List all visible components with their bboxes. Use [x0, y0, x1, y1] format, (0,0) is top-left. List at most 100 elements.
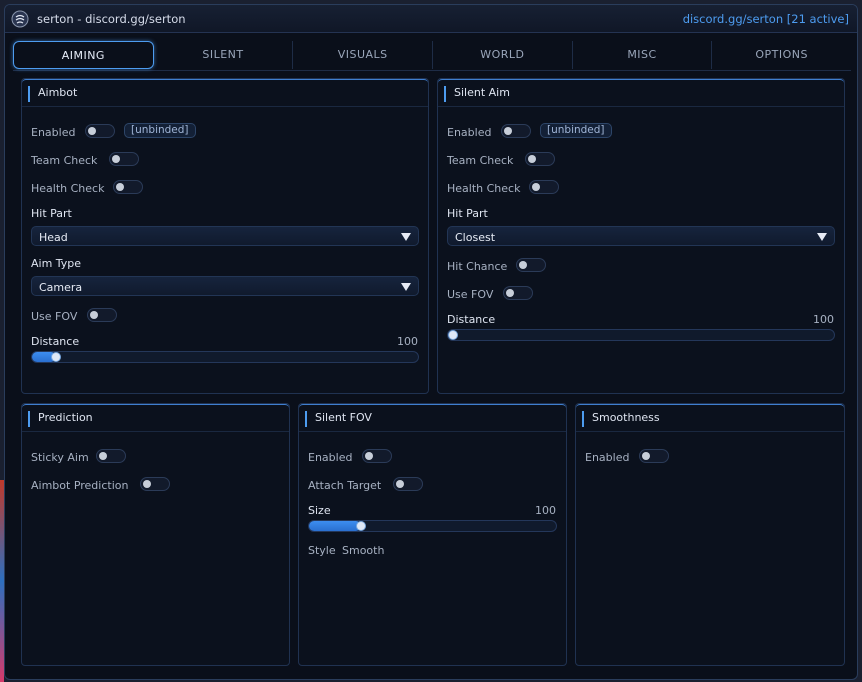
fov-enabled-toggle[interactable]	[362, 449, 392, 463]
dropdown-value: Closest	[455, 231, 496, 244]
slider-thumb[interactable]	[448, 330, 458, 340]
silent-hit-part-label: Hit Part	[447, 207, 488, 220]
toggle-knob	[116, 183, 124, 191]
triangle-down-icon	[817, 233, 827, 241]
fov-size-max: 100	[535, 504, 556, 517]
aimbot-distance-slider[interactable]	[31, 351, 419, 363]
slider-thumb[interactable]	[51, 352, 61, 362]
smoothness-enabled-toggle[interactable]	[639, 449, 669, 463]
toggle-knob	[143, 480, 151, 488]
silent-aim-panel: Silent Aim Enabled [unbinded] Team Check…	[437, 78, 845, 394]
aimbot-use-fov-toggle[interactable]	[87, 308, 117, 322]
aimbot-title: Aimbot	[38, 86, 78, 99]
aimbot-prediction-toggle[interactable]	[140, 477, 170, 491]
toggle-knob	[365, 452, 373, 460]
tab-misc[interactable]: MISC	[573, 41, 713, 69]
tab-visuals[interactable]: VISUALS	[293, 41, 434, 69]
prediction-panel: Prediction Sticky Aim Aimbot Prediction	[21, 403, 290, 666]
aimbot-distance-label: Distance	[31, 335, 80, 348]
silent-team-check-label: Team Check	[447, 154, 514, 167]
toggle-knob	[506, 289, 514, 297]
silent-fov-title: Silent FOV	[315, 411, 372, 424]
aimbot-aim-type-label: Aim Type	[31, 257, 82, 270]
window-title: serton - discord.gg/serton	[37, 12, 186, 26]
fov-style-label: Style	[308, 544, 336, 557]
app-window: serton - discord.gg/serton discord.gg/se…	[4, 4, 858, 680]
slider-thumb[interactable]	[356, 521, 366, 531]
tab-options[interactable]: OPTIONS	[712, 41, 851, 69]
toggle-knob	[532, 183, 540, 191]
aimbot-health-check-toggle[interactable]	[113, 180, 143, 194]
silent-aim-header: Silent Aim	[438, 79, 844, 107]
attach-target-label: Attach Target	[308, 479, 382, 492]
silent-team-check-toggle[interactable]	[525, 152, 555, 166]
header-accent-bar	[582, 411, 584, 427]
silent-hit-chance-label: Hit Chance	[447, 260, 508, 273]
aimbot-panel: Aimbot Enabled [unbinded] Team Check Hea…	[21, 78, 429, 394]
toggle-knob	[528, 155, 536, 163]
silent-keybind-button[interactable]: [unbinded]	[540, 123, 612, 138]
tab-aiming[interactable]: AIMING	[13, 41, 154, 69]
dropdown-value: Head	[39, 231, 68, 244]
prediction-header: Prediction	[22, 404, 289, 432]
serton-logo-icon	[11, 10, 29, 28]
silent-distance-slider[interactable]	[447, 329, 835, 341]
toggle-knob	[112, 155, 120, 163]
header-accent-bar	[28, 86, 30, 102]
aimbot-team-check-label: Team Check	[31, 154, 98, 167]
toggle-knob	[504, 127, 512, 135]
triangle-down-icon	[401, 233, 411, 241]
fov-style-value[interactable]: Smooth	[342, 544, 384, 557]
tab-world[interactable]: WORLD	[433, 41, 573, 69]
silent-enabled-toggle[interactable]	[501, 124, 531, 138]
aimbot-distance-max: 100	[397, 335, 418, 348]
fov-size-label: Size	[308, 504, 331, 517]
toggle-knob	[396, 480, 404, 488]
aimbot-hit-part-dropdown[interactable]: Head	[31, 226, 419, 246]
aimbot-hit-part-label: Hit Part	[31, 207, 72, 220]
sticky-aim-toggle[interactable]	[96, 449, 126, 463]
fov-enabled-label: Enabled	[308, 451, 353, 464]
aimbot-team-check-toggle[interactable]	[109, 152, 139, 166]
aimbot-prediction-label: Aimbot Prediction	[31, 479, 129, 492]
silent-use-fov-toggle[interactable]	[503, 286, 533, 300]
header-accent-bar	[444, 86, 446, 102]
prediction-title: Prediction	[38, 411, 93, 424]
smoothness-panel: Smoothness Enabled	[575, 403, 845, 666]
toggle-knob	[642, 452, 650, 460]
attach-target-toggle[interactable]	[393, 477, 423, 491]
smoothness-enabled-label: Enabled	[585, 451, 630, 464]
smoothness-title: Smoothness	[592, 411, 660, 424]
toggle-knob	[90, 311, 98, 319]
silent-health-check-label: Health Check	[447, 182, 521, 195]
silent-enabled-label: Enabled	[447, 126, 492, 139]
silent-use-fov-label: Use FOV	[447, 288, 494, 301]
tab-bar: AIMING SILENT VISUALS WORLD MISC OPTIONS	[13, 41, 851, 71]
silent-fov-header: Silent FOV	[299, 404, 566, 432]
header-accent-bar	[28, 411, 30, 427]
silent-aim-title: Silent Aim	[454, 86, 510, 99]
sticky-aim-label: Sticky Aim	[31, 451, 89, 464]
triangle-down-icon	[401, 283, 411, 291]
silent-hit-chance-toggle[interactable]	[516, 258, 546, 272]
silent-hit-part-dropdown[interactable]: Closest	[447, 226, 835, 246]
aimbot-header: Aimbot	[22, 79, 428, 107]
aimbot-use-fov-label: Use FOV	[31, 310, 78, 323]
header-accent-bar	[305, 411, 307, 427]
tab-silent[interactable]: SILENT	[154, 41, 294, 69]
slider-fill	[309, 521, 361, 531]
aimbot-aim-type-dropdown[interactable]: Camera	[31, 276, 419, 296]
active-status[interactable]: discord.gg/serton [21 active]	[683, 12, 849, 26]
aimbot-keybind-button[interactable]: [unbinded]	[124, 123, 196, 138]
fov-size-slider[interactable]	[308, 520, 557, 532]
aimbot-enabled-label: Enabled	[31, 126, 76, 139]
silent-fov-panel: Silent FOV Enabled Attach Target Size 10…	[298, 403, 567, 666]
silent-distance-max: 100	[813, 313, 834, 326]
aimbot-enabled-toggle[interactable]	[85, 124, 115, 138]
smoothness-header: Smoothness	[576, 404, 844, 432]
silent-distance-label: Distance	[447, 313, 496, 326]
silent-health-check-toggle[interactable]	[529, 180, 559, 194]
titlebar: serton - discord.gg/serton discord.gg/se…	[5, 5, 857, 33]
toggle-knob	[88, 127, 96, 135]
aimbot-health-check-label: Health Check	[31, 182, 105, 195]
